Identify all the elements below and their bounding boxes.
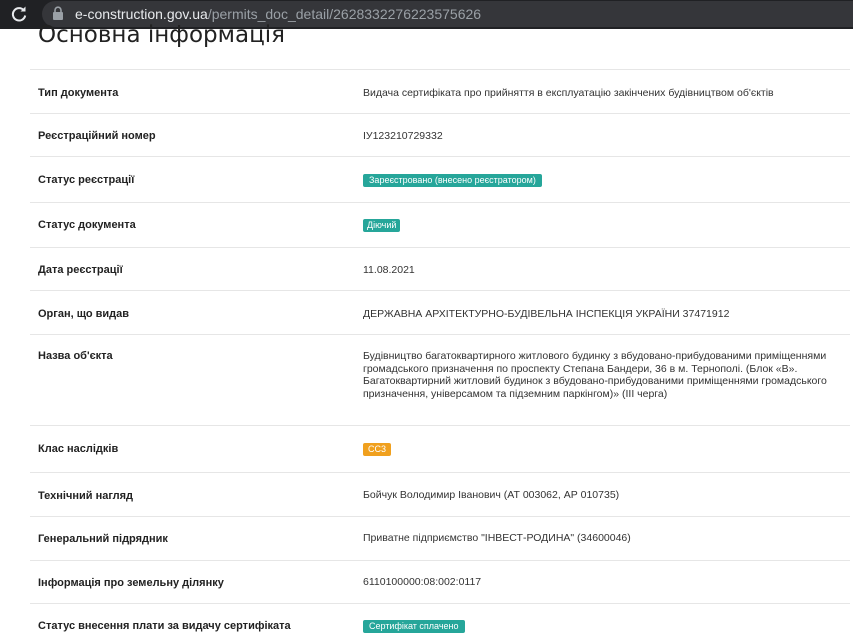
label-reg-date: Дата реєстрації xyxy=(38,264,123,276)
value-reg-number: ІУ123210729332 xyxy=(363,130,443,142)
value-general-contractor: Приватне підприємство "ІНВЕСТ-РОДИНА" (3… xyxy=(363,532,631,544)
label-land-info: Інформація про земельну ділянку xyxy=(38,577,224,589)
value-tech-supervision: Бойчук Володимир Іванович (АТ 003062, АР… xyxy=(363,489,620,501)
divider xyxy=(30,334,850,335)
divider xyxy=(30,560,850,561)
reload-icon[interactable] xyxy=(10,5,28,23)
divider xyxy=(30,472,850,473)
label-reg-number: Реєстраційний номер xyxy=(38,130,156,142)
label-doc-status: Статус документа xyxy=(38,219,136,231)
value-doc-type: Видача сертифіката про прийняття в експл… xyxy=(363,87,774,99)
value-reg-date: 11.08.2021 xyxy=(363,264,415,276)
label-issuer: Орган, що видав xyxy=(38,308,130,320)
divider xyxy=(30,516,850,517)
label-fee-status: Статус внесення плати за видачу сертифік… xyxy=(38,620,291,632)
lock-icon[interactable] xyxy=(52,6,64,21)
label-reg-status: Статус реєстрації xyxy=(38,174,135,186)
divider xyxy=(30,603,850,604)
label-consequence-class: Клас наслідків xyxy=(38,443,119,455)
value-issuer: ДЕРЖАВНА АРХІТЕКТУРНО-БУДІВЕЛЬНА ІНСПЕКЦ… xyxy=(363,308,730,320)
value-land-info: 6110100000:08:002:0117 xyxy=(363,576,482,588)
divider xyxy=(30,247,850,248)
section-title: Основна інформація xyxy=(38,22,285,48)
label-tech-supervision: Технічний нагляд xyxy=(38,490,134,502)
divider xyxy=(30,290,850,291)
consequence-class-badge: СС3 xyxy=(363,443,392,456)
label-general-contractor: Генеральний підрядник xyxy=(38,533,168,545)
divider xyxy=(30,425,850,426)
reg-status-badge: Зареєстровано (внесено реєстратором) xyxy=(363,174,542,187)
doc-status-badge: Діючий xyxy=(363,219,401,232)
value-object-name: Будівництво багатоквартирного житлового … xyxy=(363,350,827,400)
fee-status-badge: Сертифікат сплачено xyxy=(363,620,465,633)
divider xyxy=(30,69,850,70)
divider xyxy=(30,156,850,157)
divider xyxy=(30,113,850,114)
label-object-name: Назва об'єкта xyxy=(38,350,113,362)
divider xyxy=(30,202,850,203)
label-doc-type: Тип документа xyxy=(38,87,119,99)
